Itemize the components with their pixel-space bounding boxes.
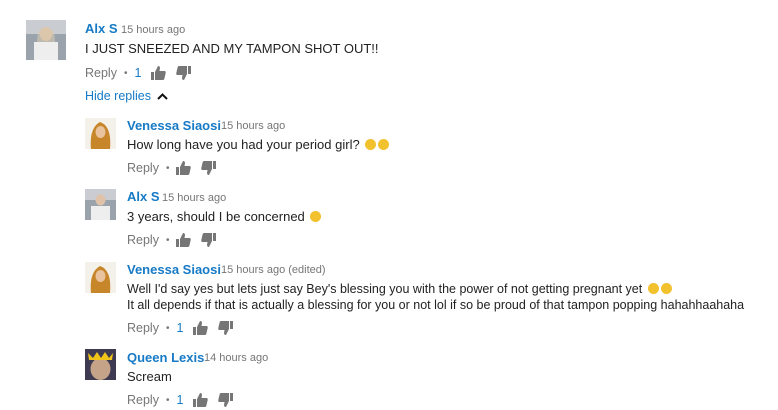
reply-button[interactable]: Reply	[127, 161, 159, 175]
thumbs-down-icon[interactable]	[176, 66, 192, 80]
separator-dot: •	[165, 162, 170, 174]
thumbs-up-icon[interactable]	[193, 393, 209, 407]
comment-author[interactable]: Alx S	[85, 21, 118, 36]
comment-text: How long have you had your period girl?	[127, 137, 390, 153]
avatar[interactable]	[85, 189, 116, 220]
like-count: 1	[176, 321, 184, 335]
comment-actions: Reply •	[127, 233, 226, 247]
separator-dot: •	[123, 67, 128, 79]
comment-author[interactable]: Alx S	[127, 189, 160, 204]
thumbs-down-icon[interactable]	[201, 233, 217, 247]
comment-text-content: How long have you had your period girl?	[127, 137, 360, 152]
comment-text-line2: It all depends if that is actually a ble…	[127, 298, 745, 312]
separator-dot: •	[165, 234, 170, 246]
avatar[interactable]	[85, 262, 116, 293]
comment-timestamp[interactable]: 15 hours ago	[121, 24, 185, 36]
comment-text-line1: Well I'd say yes but lets just say Bey's…	[127, 281, 672, 297]
comment-actions: Reply • 1	[85, 66, 201, 80]
comment-text-content: Well I'd say yes but lets just say Bey's…	[127, 282, 643, 296]
thumbs-up-icon[interactable]	[193, 321, 209, 335]
thumbs-up-icon[interactable]	[151, 66, 167, 80]
grinning-emoji-icon	[365, 139, 377, 150]
like-count: 1	[176, 393, 184, 407]
thumbs-up-icon[interactable]	[176, 233, 192, 247]
reply-button[interactable]: Reply	[127, 321, 159, 335]
avatar-venessa-image	[85, 262, 116, 293]
comment-timestamp[interactable]: 15 hours ago	[162, 192, 226, 204]
hide-replies-label[interactable]: Hide replies	[85, 89, 151, 103]
grinning-emoji-icon	[378, 139, 390, 150]
comment-author[interactable]: Queen Lexis	[127, 350, 204, 365]
grinning-emoji-icon	[660, 283, 672, 294]
chevron-up-icon	[157, 92, 168, 100]
comment-actions: Reply • 1	[127, 393, 243, 407]
comment-author[interactable]: Venessa Siaosi	[127, 262, 221, 277]
avatar-venessa-image	[85, 118, 116, 149]
avatar[interactable]	[26, 20, 66, 60]
reply-button[interactable]: Reply	[85, 66, 117, 80]
thumbs-down-icon[interactable]	[218, 393, 234, 407]
grinning-emoji-icon	[647, 283, 659, 294]
comment-text-content: 3 years, should I be concerned	[127, 209, 305, 224]
reply-button[interactable]: Reply	[127, 393, 159, 407]
comment-text: Scream	[127, 369, 172, 384]
reply-button[interactable]: Reply	[127, 233, 159, 247]
separator-dot: •	[165, 322, 170, 334]
comment-actions: Reply •	[127, 161, 226, 175]
comment-timestamp[interactable]: 15 hours ago	[221, 120, 285, 132]
worried-emoji-icon	[310, 211, 322, 222]
comment-timestamp[interactable]: 14 hours ago	[204, 352, 268, 364]
avatar-queen-lexis-image	[85, 349, 116, 380]
avatar[interactable]	[85, 349, 116, 380]
thumbs-down-icon[interactable]	[218, 321, 234, 335]
avatar-alx-image	[85, 189, 116, 220]
thumbs-up-icon[interactable]	[176, 161, 192, 175]
comment-actions: Reply • 1	[127, 321, 243, 335]
hide-replies-toggle[interactable]: Hide replies	[85, 89, 168, 103]
avatar[interactable]	[85, 118, 116, 149]
comment-timestamp[interactable]: 15 hours ago (edited)	[221, 264, 326, 276]
comment-text: 3 years, should I be concerned	[127, 209, 322, 225]
comment-text: I JUST SNEEZED AND MY TAMPON SHOT OUT!!	[85, 41, 379, 56]
avatar-alx-image	[26, 20, 66, 60]
thumbs-down-icon[interactable]	[201, 161, 217, 175]
like-count: 1	[134, 66, 142, 80]
separator-dot: •	[165, 394, 170, 406]
comment-author[interactable]: Venessa Siaosi	[127, 118, 221, 133]
